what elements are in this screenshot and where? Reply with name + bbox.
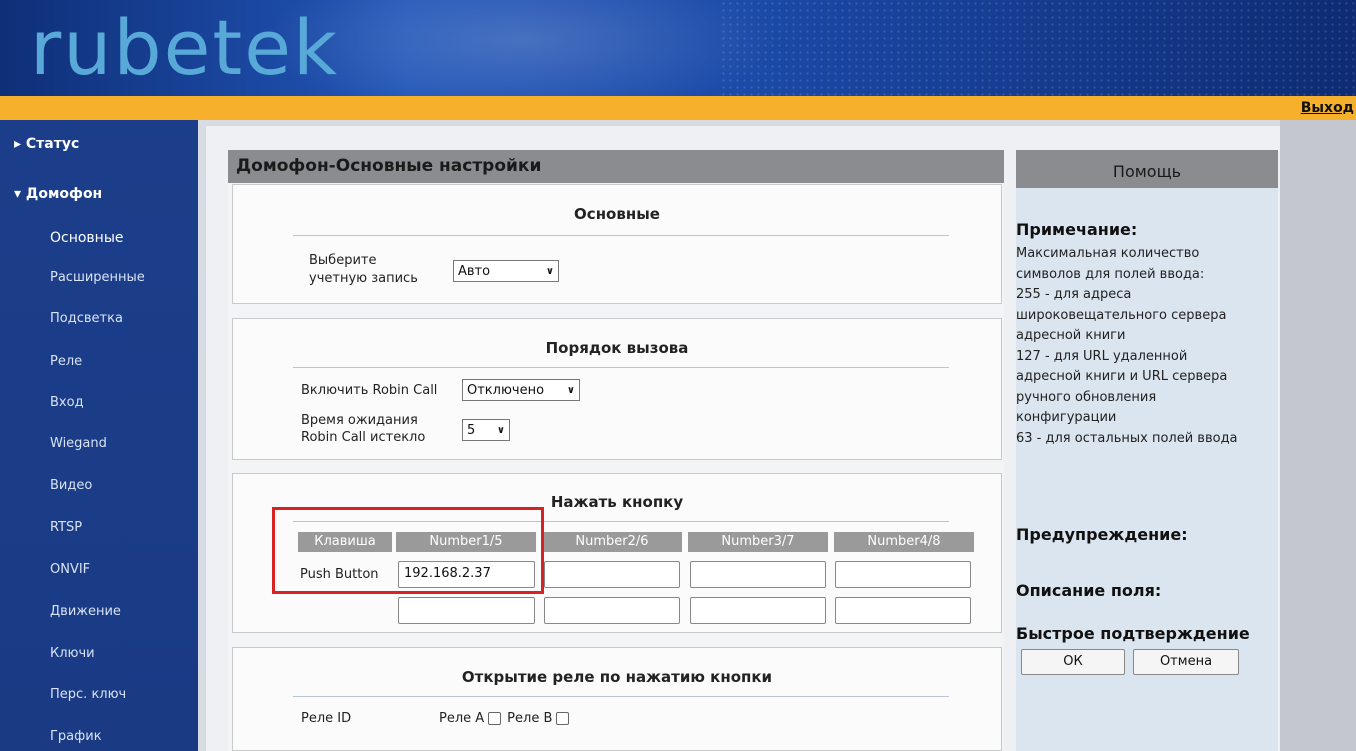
sidebar-item-basic[interactable]: Основные xyxy=(50,230,124,246)
sidebar-item-motion[interactable]: Движение xyxy=(50,604,121,619)
ok-button[interactable]: ОК xyxy=(1021,649,1125,675)
sidebar-item-video[interactable]: Видео xyxy=(50,478,92,493)
chevron-down-icon: ∨ xyxy=(545,265,554,277)
sidebar-item-onvif[interactable]: ONVIF xyxy=(50,562,90,577)
help-note-line: широковещательного сервера xyxy=(1016,307,1227,323)
highlight-box xyxy=(272,507,544,594)
account-label-line1: Выберите xyxy=(309,253,377,268)
robin-timeout-select[interactable]: 5 ∨ xyxy=(462,419,510,441)
sidebar-item-backlight[interactable]: Подсветка xyxy=(50,311,123,326)
help-note-line: конфигурации xyxy=(1016,410,1117,425)
account-label-line2: учетную запись xyxy=(309,271,418,286)
sidebar-item-schedule[interactable]: График xyxy=(50,729,102,744)
robin-call-select-value: Отключено xyxy=(467,382,545,398)
column-header-number3: Number3/7 xyxy=(688,532,828,552)
header-banner: rubetek xyxy=(0,0,1356,96)
help-note-line: 255 - для адреса xyxy=(1016,287,1132,302)
sidebar-item-input[interactable]: Вход xyxy=(50,395,84,410)
help-warning-heading: Предупреждение: xyxy=(1016,525,1188,544)
page-title: Домофон-Основные настройки xyxy=(228,150,1004,183)
sidebar-item-relay[interactable]: Реле xyxy=(50,354,82,369)
chevron-down-icon: ∨ xyxy=(496,424,505,436)
section-divider xyxy=(293,235,949,236)
help-note-line: ручного обновления xyxy=(1016,389,1157,405)
relay-b-checkbox[interactable] xyxy=(556,712,570,725)
help-note-line: адресной книги и URL сервера xyxy=(1016,369,1228,384)
sidebar-item-keys[interactable]: Ключи xyxy=(50,646,95,661)
chevron-down-icon: ∨ xyxy=(566,384,575,396)
relay-id-label: Реле ID xyxy=(301,711,352,726)
push-button-number5-input[interactable] xyxy=(398,597,535,624)
sidebar-group-status[interactable]: ▸ Статус xyxy=(14,136,79,152)
help-quick-confirm-heading: Быстрое подтверждение xyxy=(1016,624,1250,643)
account-select-value: Авто xyxy=(458,263,491,279)
top-accent-bar xyxy=(0,96,1356,120)
sidebar: ▸ Статус ▾ Домофон Основные Расширенные … xyxy=(0,120,198,751)
section-divider xyxy=(293,367,949,368)
push-button-number4-input[interactable] xyxy=(835,561,971,588)
section-relay-open: Открытие реле по нажатию кнопки Реле ID … xyxy=(232,647,1002,751)
section-call-order: Порядок вызова Включить Robin Call Отклю… xyxy=(232,318,1002,460)
help-note-line: 63 - для остальных полей ввода xyxy=(1016,430,1238,446)
section-relay-open-title: Открытие реле по нажатию кнопки xyxy=(461,668,773,686)
push-button-number8-input[interactable] xyxy=(835,597,971,624)
sidebar-item-advanced[interactable]: Расширенные xyxy=(50,270,145,285)
logo: rubetek xyxy=(30,3,339,92)
push-button-number6-input[interactable] xyxy=(544,597,680,624)
help-note-text: Максимальная количество символов для пол… xyxy=(1016,244,1278,449)
section-divider xyxy=(293,696,949,697)
sidebar-item-personal-key[interactable]: Перс. ключ xyxy=(50,687,126,702)
sidebar-item-rtsp[interactable]: RTSP xyxy=(50,520,82,535)
sidebar-item-wiegand[interactable]: Wiegand xyxy=(50,436,107,451)
help-field-description-heading: Описание поля: xyxy=(1016,581,1162,600)
help-title: Помощь xyxy=(1016,150,1278,188)
robin-timeout-select-value: 5 xyxy=(467,422,476,438)
logout-link[interactable]: Выход xyxy=(1301,100,1354,116)
relay-a-label: Реле A xyxy=(439,711,485,726)
section-call-order-title: Порядок вызова xyxy=(545,339,689,357)
robin-call-select[interactable]: Отключено ∨ xyxy=(462,379,580,401)
push-button-number2-input[interactable] xyxy=(544,561,680,588)
robin-timeout-label-line2: Robin Call истекло xyxy=(301,430,426,445)
column-header-number2: Number2/6 xyxy=(542,532,682,552)
help-note-heading: Примечание: xyxy=(1016,220,1138,239)
right-strip xyxy=(1280,120,1356,751)
relay-a-checkbox[interactable] xyxy=(488,712,502,725)
help-note-line: 127 - для URL удаленной xyxy=(1016,348,1188,364)
account-select[interactable]: Авто ∨ xyxy=(453,260,559,282)
cancel-button[interactable]: Отмена xyxy=(1133,649,1239,675)
push-button-number7-input[interactable] xyxy=(690,597,826,624)
push-button-number3-input[interactable] xyxy=(690,561,826,588)
relay-checkbox-group: Реле A Реле B xyxy=(439,711,575,727)
sidebar-group-intercom[interactable]: ▾ Домофон xyxy=(14,186,102,202)
relay-b-label: Реле B xyxy=(507,711,553,726)
robin-call-label: Включить Robin Call xyxy=(301,383,438,398)
section-basic: Основные Выберите учетную запись Авто ∨ xyxy=(232,184,1002,304)
help-note-line: символов для полей ввода: xyxy=(1016,266,1205,282)
help-note-line: Максимальная количество xyxy=(1016,246,1200,261)
section-basic-title: Основные xyxy=(574,205,660,223)
robin-timeout-label-line1: Время ожидания xyxy=(301,413,418,428)
header-dot-pattern xyxy=(720,0,1356,96)
column-header-number4: Number4/8 xyxy=(834,532,974,552)
help-note-line: адресной книги xyxy=(1016,328,1126,343)
